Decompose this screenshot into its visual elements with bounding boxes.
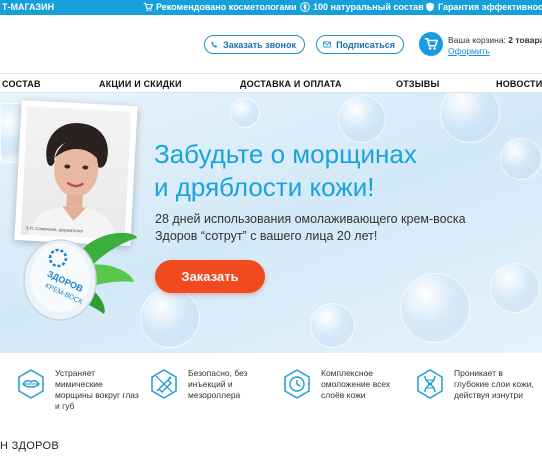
hero-subtitle: 28 дней использования омолаживающего кре… <box>155 211 535 245</box>
decorative-bubble <box>490 263 540 313</box>
dna-icon <box>417 369 443 399</box>
feature-text: Безопасно, без инъекций и мезороллера <box>188 368 248 400</box>
lips-icon <box>18 369 44 399</box>
subscribe-button[interactable]: Подписаться <box>316 35 404 54</box>
subscribe-label: Подписаться <box>336 39 395 50</box>
cart-label: Ваша корзина: <box>448 35 506 45</box>
decorative-bubble <box>140 288 200 348</box>
hero-subtitle-line: 28 дней использования омолаживающего кре… <box>155 212 466 226</box>
shield-icon <box>426 2 434 12</box>
nav-item-promotions[interactable]: АКЦИИ И СКИДКИ <box>99 79 182 89</box>
nav-item-composition[interactable]: СОСТАВ <box>2 79 41 89</box>
perk-natural: 100 натуральный состав <box>300 2 424 12</box>
perk-recommended: Рекомендовано косметологами <box>143 2 297 12</box>
perk-label: Рекомендовано косметологами <box>156 2 297 12</box>
feature-item: Проникает в глубокие слои кожи, действуя… <box>414 368 539 401</box>
decorative-bubble <box>310 303 355 348</box>
hero-title: Забудьте о морщинах и дряблости кожи! <box>154 138 534 204</box>
decorative-bubble <box>440 93 500 143</box>
cart-summary: Ваша корзина: 2 товара Оформить <box>448 35 542 57</box>
cart-button[interactable] <box>419 32 443 56</box>
cart-count: 2 товара <box>508 35 542 45</box>
header: Заказать звонок Подписаться Ваша корзина… <box>0 15 542 73</box>
feature-text: Устраняет мимические морщины вокруг глаз… <box>55 368 139 411</box>
clock-icon <box>284 369 310 399</box>
nav-item-delivery[interactable]: ДОСТАВКА И ОПЛАТА <box>240 79 342 89</box>
cart-icon <box>143 2 153 12</box>
order-button[interactable]: Заказать <box>155 260 265 293</box>
main-nav: СОСТАВ АКЦИИ И СКИДКИ ДОСТАВКА И ОПЛАТА … <box>0 73 542 93</box>
section-title: Н ЗДОРОВ <box>0 440 60 452</box>
leaf-icon <box>300 2 310 12</box>
hero-banner: Э.И. Симонова, дерматолог ЗДОРОВ КРЕМ-ВО… <box>0 93 542 353</box>
top-bar: Т-МАГАЗИН Рекомендовано косметологами 10… <box>0 0 542 15</box>
decorative-bubble <box>230 98 260 128</box>
syringe-icon <box>151 369 177 399</box>
perk-label: Гарантия эффективности <box>438 2 542 12</box>
mail-icon <box>323 41 332 48</box>
nav-item-news[interactable]: НОВОСТИ <box>496 79 542 89</box>
feature-text: Комплексное омоложение всех слоёв кожи <box>321 368 391 400</box>
cart-icon <box>424 37 438 50</box>
hero-title-line: Забудьте о морщинах <box>154 139 417 169</box>
phone-icon <box>211 41 218 48</box>
perk-guarantee: Гарантия эффективности <box>425 2 542 12</box>
feature-text: Проникает в глубокие слои кожи, действуя… <box>454 368 534 400</box>
nav-item-reviews[interactable]: ОТЗЫВЫ <box>396 79 439 89</box>
hero-subtitle-line: Здоров “сотрут” с вашего лица 20 лет! <box>155 229 378 243</box>
cream-jar-image: ЗДОРОВ КРЕМ-ВОСК <box>23 232 137 321</box>
decorative-bubble <box>400 273 470 343</box>
feature-item: Безопасно, без инъекций и мезороллера <box>148 368 273 401</box>
perk-label: 100 натуральный состав <box>313 2 424 12</box>
call-request-button[interactable]: Заказать звонок <box>204 35 305 54</box>
feature-item: Комплексное омоложение всех слоёв кожи <box>281 368 406 401</box>
features-row: Устраняет мимические морщины вокруг глаз… <box>0 353 542 421</box>
call-request-label: Заказать звонок <box>223 39 296 50</box>
hero-title-line: и дряблости кожи! <box>154 172 375 202</box>
decorative-bubble <box>338 95 386 143</box>
feature-item: Устраняет мимические морщины вокруг глаз… <box>15 368 140 412</box>
checkout-link[interactable]: Оформить <box>448 46 542 57</box>
shop-label[interactable]: Т-МАГАЗИН <box>2 2 54 12</box>
